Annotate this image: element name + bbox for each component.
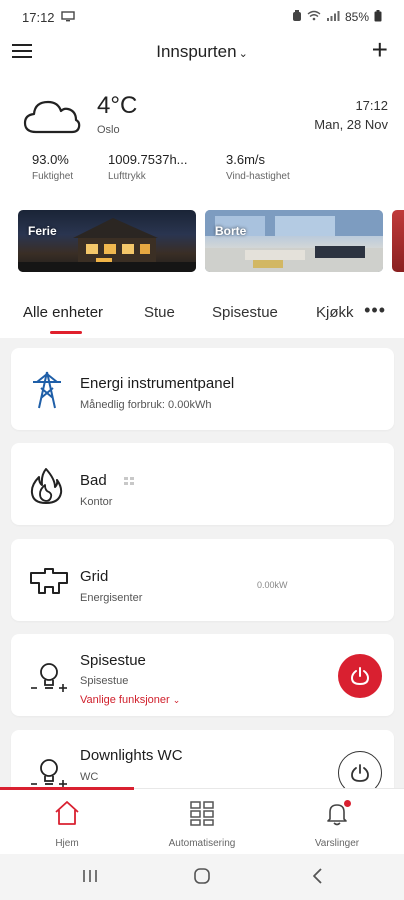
nav-label: Varslinger <box>314 838 360 849</box>
weather-panel[interactable]: 4°C Oslo 17:12 Man, 28 Nov 93.0% Fuktigh… <box>0 88 404 198</box>
metric-label: Fuktighet <box>32 171 74 182</box>
common-functions-label: Vanlige funksjoner <box>80 694 170 706</box>
nav-label: Automatisering <box>168 838 236 849</box>
scene-card-partial[interactable] <box>392 210 404 272</box>
metric-label: Vind-hastighet <box>226 171 290 182</box>
power-value: 0.00kW <box>257 580 288 590</box>
more-tabs-button[interactable]: ••• <box>364 300 386 321</box>
nav-automation[interactable]: Automatisering <box>135 789 269 855</box>
chevron-down-icon: ⌄ <box>238 48 248 60</box>
device-subtitle: Månedlig forbruk: 0.00kWh <box>80 399 212 411</box>
metric-pressure: 1009.7537h... Lufttrykk <box>108 152 188 182</box>
offline-icon <box>123 474 135 492</box>
tab-alle-enheter[interactable]: Alle enheter <box>23 304 103 321</box>
recents-icon[interactable] <box>80 866 100 891</box>
wifi-icon <box>307 10 321 24</box>
battery-icon <box>374 9 382 25</box>
device-title: Energi instrumentpanel <box>80 375 235 392</box>
cloud-icon <box>22 94 82 143</box>
device-card-bad[interactable]: Bad Kontor <box>11 443 394 525</box>
energy-tower-icon <box>29 370 65 415</box>
device-subtitle: Energisenter <box>80 592 143 604</box>
scene-card-ferie[interactable]: Ferie <box>18 210 196 272</box>
home-name: Innspurten <box>156 42 237 61</box>
metric-value: 1009.7537h... <box>108 152 188 167</box>
device-subtitle: Spisestue <box>80 675 129 687</box>
weather-time: 17:12 <box>355 98 388 113</box>
nav-notifications[interactable]: Varslinger <box>270 789 404 855</box>
device-card-energi[interactable]: Energi instrumentpanel Månedlig forbruk:… <box>11 348 394 430</box>
flame-icon <box>29 467 63 510</box>
device-card-spisestue[interactable]: Spisestue Spisestue Vanlige funksjoner ⌄ <box>11 634 394 716</box>
tab-stue[interactable]: Stue <box>144 304 175 321</box>
battery-level: 85% <box>344 10 369 24</box>
home-circle-icon[interactable] <box>192 866 212 891</box>
back-icon[interactable] <box>308 866 328 891</box>
nav-label: Hjem <box>55 838 79 849</box>
screen-icon <box>60 10 75 25</box>
scene-label: Borte <box>215 224 247 238</box>
automation-grid-icon <box>188 799 216 832</box>
power-icon <box>350 667 370 686</box>
bottom-navigation: Hjem Automatisering Varslinger <box>0 787 404 855</box>
power-icon <box>351 764 369 782</box>
device-title: Grid <box>80 568 109 585</box>
device-list[interactable]: Energi instrumentpanel Månedlig forbruk:… <box>0 338 404 788</box>
scene-card-borte[interactable]: Borte <box>205 210 383 272</box>
metric-label: Lufttrykk <box>108 171 146 182</box>
alarm-icon <box>292 9 302 25</box>
scene-carousel[interactable]: Ferie Borte <box>18 210 404 272</box>
tab-indicator <box>50 331 82 334</box>
device-card-grid[interactable]: Grid Energisenter 0.00kW <box>11 539 394 621</box>
power-button-off[interactable] <box>338 751 382 788</box>
app-header: Innspurten ⌄ + <box>0 34 404 70</box>
common-functions-link[interactable]: Vanlige funksjoner ⌄ <box>80 694 180 706</box>
tab-spisestue[interactable]: Spisestue <box>212 304 278 321</box>
home-icon <box>53 799 81 832</box>
weather-date: Man, 28 Nov <box>314 117 388 132</box>
power-button-on[interactable] <box>338 654 382 698</box>
metric-wind: 3.6m/s Vind-hastighet <box>226 152 290 182</box>
status-bar: 17:12 85% <box>0 0 404 34</box>
metric-humidity: 93.0% Fuktighet <box>32 152 73 182</box>
system-navigation <box>0 854 404 900</box>
device-title: Downlights WC <box>80 747 183 764</box>
nav-home[interactable]: Hjem <box>0 789 134 855</box>
notification-badge <box>344 800 351 807</box>
home-selector[interactable]: Innspurten ⌄ <box>0 42 404 62</box>
weather-city: Oslo <box>97 124 120 136</box>
room-tabs: Alle enheter Stue Spisestue Kjøkk ••• <box>0 296 404 338</box>
device-card-downlights-wc[interactable]: Downlights WC WC <box>11 730 394 788</box>
status-time: 17:12 <box>22 9 55 25</box>
signal-icon <box>326 10 340 24</box>
device-subtitle: WC <box>80 771 99 783</box>
temperature: 4°C <box>97 92 138 119</box>
device-title: Spisestue <box>80 652 146 669</box>
device-subtitle: Kontor <box>80 496 113 508</box>
chevron-down-icon: ⌄ <box>172 695 181 705</box>
tab-kjokken[interactable]: Kjøkk <box>316 304 354 321</box>
living-room-image <box>205 210 383 272</box>
device-title: Bad <box>80 472 107 489</box>
house-image <box>18 218 196 272</box>
grid-plug-icon <box>29 567 69 602</box>
plus-icon[interactable]: + <box>372 36 388 64</box>
scene-label: Ferie <box>28 224 57 238</box>
bulb-icon <box>29 660 69 701</box>
metric-value: 3.6m/s <box>226 152 266 167</box>
metric-value: 93.0% <box>32 152 69 167</box>
bulb-icon <box>29 756 69 788</box>
